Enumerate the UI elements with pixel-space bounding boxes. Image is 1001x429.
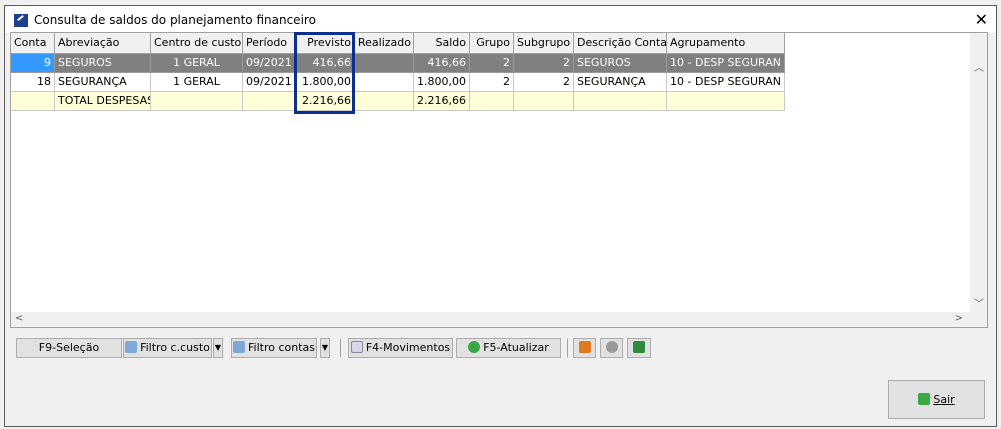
filtro-contas-button[interactable]: Filtro contas xyxy=(231,338,317,358)
balances-grid[interactable]: Conta Abreviação Centro de custo Período Pre… xyxy=(10,32,988,328)
refresh-icon xyxy=(468,341,481,353)
grid-cell[interactable]: 2 xyxy=(514,73,574,92)
filtro-ccusto-label: Filtro c.custo xyxy=(140,341,210,354)
grid-cell[interactable] xyxy=(470,92,514,111)
grid-cell[interactable]: 416,66 xyxy=(295,54,355,73)
grid-cell[interactable]: 1 GERAL xyxy=(151,54,243,73)
grid-cell[interactable]: 1.800,00 xyxy=(414,73,470,92)
vertical-scrollbar[interactable]: ︿ ﹀ xyxy=(970,33,987,312)
dropdown-arrow-icon: ▼ xyxy=(214,343,222,352)
exit-door-icon xyxy=(918,393,931,405)
grid-cell[interactable] xyxy=(514,92,574,111)
grid-cell[interactable]: 10 - DESP SEGURAN xyxy=(667,73,785,92)
column-header[interactable]: Previsto xyxy=(295,33,355,54)
grid-cell[interactable] xyxy=(355,54,414,73)
grid-cell[interactable]: 416,66 xyxy=(414,54,470,73)
filtro-ccusto-button[interactable]: Filtro c.custo xyxy=(123,338,212,358)
close-button[interactable]: ✕ xyxy=(975,10,988,29)
grid-cell[interactable] xyxy=(355,73,414,92)
scroll-right-icon[interactable]: > xyxy=(955,313,963,324)
grid-cell[interactable] xyxy=(355,92,414,111)
column-header[interactable]: Conta xyxy=(11,33,55,54)
column-header[interactable]: Abreviação xyxy=(55,33,151,54)
filtro-ccusto-dropdown[interactable]: ▼ xyxy=(213,338,223,358)
binoculars-button[interactable] xyxy=(600,338,623,358)
total-row[interactable]: TOTAL DESPESAS 2.216,66 2.216,66 xyxy=(11,92,785,111)
calendar-icon xyxy=(578,341,591,353)
grid-cell[interactable]: 1.800,00 xyxy=(295,73,355,92)
grid-cell[interactable]: 2 xyxy=(470,73,514,92)
document-money-icon xyxy=(350,341,363,353)
scroll-up-icon[interactable]: ︿ xyxy=(974,59,984,74)
calendar-button[interactable] xyxy=(573,338,596,358)
f5-label: F5-Atualizar xyxy=(483,341,549,354)
filtro-contas-dropdown[interactable]: ▼ xyxy=(320,338,330,358)
grid-cell[interactable]: 2 xyxy=(514,54,574,73)
excel-export-button[interactable] xyxy=(627,338,651,358)
scroll-left-icon[interactable]: < xyxy=(15,313,23,324)
column-header[interactable]: Realizado xyxy=(355,33,414,54)
excel-icon xyxy=(633,341,645,353)
f4-label: F4-Movimentos xyxy=(365,341,451,354)
grid-cell[interactable]: SEGUROS xyxy=(55,54,151,73)
binoculars-icon xyxy=(605,341,618,353)
grid-cell[interactable]: 9 xyxy=(11,54,55,73)
f5-atualizar-button[interactable]: F5-Atualizar xyxy=(456,338,561,358)
grid-cell[interactable]: 09/2021 xyxy=(243,54,295,73)
app-icon xyxy=(14,14,28,27)
funnel-icon xyxy=(233,341,245,353)
horizontal-scrollbar[interactable]: < > xyxy=(11,312,987,327)
grid-cell[interactable]: 2.216,66 xyxy=(414,92,470,111)
grid-cell[interactable] xyxy=(151,92,243,111)
toolbar-separator xyxy=(567,339,568,357)
column-header[interactable]: Centro de custo xyxy=(151,33,243,54)
scroll-down-icon[interactable]: ﹀ xyxy=(974,295,984,310)
grid-cell[interactable]: 1 GERAL xyxy=(151,73,243,92)
grid-cell[interactable]: SEGURANÇA xyxy=(574,73,667,92)
grid-cell[interactable]: SEGUROS xyxy=(574,54,667,73)
sair-label: Sair xyxy=(933,393,955,406)
header-row[interactable]: Conta Abreviação Centro de custo Período Pre… xyxy=(11,33,785,54)
grid-cell[interactable]: SEGURANÇA xyxy=(55,73,151,92)
column-header[interactable]: Grupo xyxy=(470,33,514,54)
f9-label: F9-Seleção xyxy=(38,341,100,354)
grid-cell[interactable] xyxy=(667,92,785,111)
table-row[interactable]: 18 SEGURANÇA 1 GERAL 09/2021 1.800,00 1.800,0… xyxy=(11,73,785,92)
grid-cell[interactable]: 2 xyxy=(470,54,514,73)
grid-cell[interactable]: TOTAL DESPESAS xyxy=(55,92,151,111)
sair-button[interactable]: Sair xyxy=(888,380,985,419)
funnel-icon xyxy=(125,341,138,353)
window-title: Consulta de saldos do planejamento finan… xyxy=(34,13,316,27)
column-header[interactable]: Descrição Conta xyxy=(574,33,667,54)
filtro-contas-label: Filtro contas xyxy=(248,341,315,354)
grid-cell[interactable]: 2.216,66 xyxy=(295,92,355,111)
f9-selecao-button[interactable]: F9-Seleção xyxy=(16,338,122,358)
column-header[interactable]: Saldo xyxy=(414,33,470,54)
grid-cell[interactable] xyxy=(574,92,667,111)
column-header[interactable]: Agrupamento xyxy=(667,33,785,54)
table-row[interactable]: 9 SEGUROS 1 GERAL 09/2021 416,66 416,66 2 2 SEGU… xyxy=(11,54,785,73)
column-header[interactable]: Subgrupo xyxy=(514,33,574,54)
title-bar: Consulta de saldos do planejamento finan… xyxy=(5,6,996,33)
grid-cell[interactable] xyxy=(243,92,295,111)
column-header[interactable]: Período xyxy=(243,33,295,54)
grid-cell[interactable]: 10 - DESP SEGURAN xyxy=(667,54,785,73)
grid-cell[interactable]: 09/2021 xyxy=(243,73,295,92)
f4-movimentos-button[interactable]: F4-Movimentos xyxy=(348,338,453,358)
dropdown-arrow-icon: ▼ xyxy=(321,343,329,352)
toolbar-separator xyxy=(340,339,341,357)
grid-cell[interactable] xyxy=(11,92,55,111)
grid-cell[interactable]: 18 xyxy=(11,73,55,92)
